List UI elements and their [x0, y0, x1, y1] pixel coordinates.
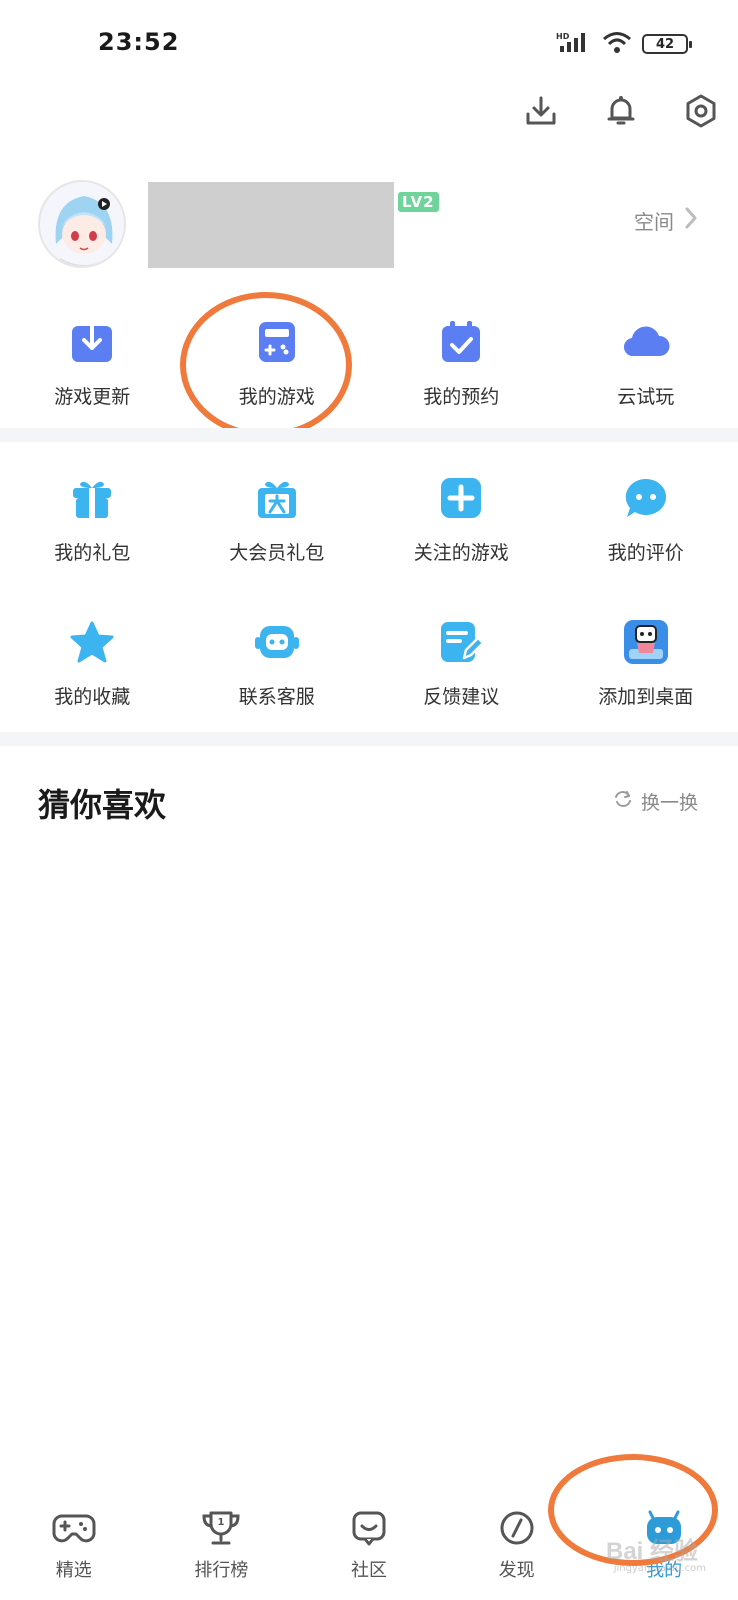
- gamepad-outline-icon: [52, 1510, 96, 1550]
- service-item-label: 大会员礼包: [229, 542, 325, 564]
- level-badge: LV2: [398, 192, 439, 212]
- service-item-favorites[interactable]: 我的收藏: [0, 618, 185, 709]
- quick-item-label: 游戏更新: [54, 386, 131, 408]
- space-link[interactable]: 空间: [634, 206, 698, 235]
- service-item-vip-gift[interactable]: 大会员礼包: [185, 474, 370, 565]
- refresh-label: 换一换: [640, 792, 698, 814]
- service-item-label: 我的评价: [607, 542, 684, 564]
- service-item-followed-games[interactable]: 关注的游戏: [369, 474, 554, 565]
- service-grid-row-2: 我的收藏 联系客服 反馈建议 添加到桌面: [0, 618, 738, 709]
- quick-grid: 游戏更新 我的游戏 我的预约 云试玩: [0, 318, 738, 409]
- service-item-feedback[interactable]: 反馈建议: [369, 618, 554, 709]
- robot-icon: [253, 618, 301, 666]
- chat-bubble-icon: [622, 474, 670, 522]
- quick-item-cloud-play[interactable]: 云试玩: [554, 318, 738, 409]
- profile-header[interactable]: LV2 空间: [38, 180, 698, 270]
- service-item-add-to-desktop[interactable]: 添加到桌面: [554, 618, 738, 709]
- watermark-url: jingyan.baidu.com: [613, 1563, 706, 1574]
- star-icon: [68, 618, 116, 666]
- tab-ranking[interactable]: 1 排行榜: [161, 1510, 281, 1582]
- tab-community[interactable]: 社区: [309, 1510, 429, 1582]
- download-box-icon: [68, 318, 116, 366]
- service-item-label: 添加到桌面: [598, 686, 694, 708]
- battery-icon: 42: [642, 34, 692, 54]
- cloud-icon: [622, 318, 670, 366]
- tab-label: 社区: [350, 1560, 387, 1581]
- svg-text:HD: HD: [556, 32, 570, 41]
- tab-label: 精选: [55, 1560, 92, 1581]
- tab-label: 排行榜: [194, 1560, 249, 1581]
- service-item-label: 反馈建议: [423, 686, 500, 708]
- plus-box-icon: [437, 474, 485, 522]
- download-icon[interactable]: [522, 92, 560, 130]
- service-item-label: 我的礼包: [54, 542, 131, 564]
- compass-icon: [495, 1510, 539, 1550]
- guess-title: 猜你喜欢: [38, 786, 167, 824]
- username-redacted: [148, 182, 394, 268]
- chevron-right-icon: [684, 206, 698, 235]
- watermark: Bai 经验: [605, 1538, 698, 1565]
- service-item-gift[interactable]: 我的礼包: [0, 474, 185, 565]
- service-grid-row-1: 我的礼包 大会员礼包 关注的游戏 我的评价: [0, 474, 738, 565]
- status-time: 23:52: [98, 28, 180, 56]
- trophy-icon: 1: [199, 1510, 243, 1550]
- svg-text:1: 1: [218, 1517, 225, 1528]
- avatar[interactable]: [38, 180, 126, 268]
- service-item-label: 联系客服: [238, 686, 315, 708]
- service-item-customer-service[interactable]: 联系客服: [185, 618, 370, 709]
- tab-label: 发现: [498, 1560, 535, 1581]
- calendar-check-icon: [437, 318, 485, 366]
- gift-icon: [68, 474, 116, 522]
- quick-item-game-update[interactable]: 游戏更新: [0, 318, 185, 409]
- community-icon: [347, 1510, 391, 1550]
- settings-icon[interactable]: [682, 92, 720, 130]
- highlight-circle-my-games: [180, 292, 352, 438]
- section-divider: [0, 732, 738, 746]
- battery-level: 42: [655, 36, 675, 52]
- quick-item-label: 云试玩: [617, 386, 675, 408]
- section-divider: [0, 428, 738, 442]
- space-label: 空间: [634, 210, 674, 234]
- status-indicators: HD 42: [556, 30, 692, 58]
- signal-icon: HD: [556, 30, 592, 58]
- vip-gift-icon: [253, 474, 301, 522]
- tab-featured[interactable]: 精选: [14, 1510, 134, 1582]
- quick-item-reservations[interactable]: 我的预约: [369, 318, 554, 409]
- service-item-my-reviews[interactable]: 我的评价: [554, 474, 738, 565]
- refresh-icon: [613, 789, 633, 814]
- top-actions: [522, 92, 720, 130]
- service-item-label: 关注的游戏: [413, 542, 509, 564]
- wifi-icon: [602, 30, 632, 58]
- feedback-edit-icon: [437, 618, 485, 666]
- bell-icon[interactable]: [602, 92, 640, 130]
- service-item-label: 我的收藏: [54, 686, 131, 708]
- status-bar: 23:52 HD 42: [0, 0, 738, 88]
- app-shortcut-icon: [622, 618, 670, 666]
- refresh-button[interactable]: 换一换: [613, 788, 698, 815]
- quick-item-label: 我的预约: [423, 386, 500, 408]
